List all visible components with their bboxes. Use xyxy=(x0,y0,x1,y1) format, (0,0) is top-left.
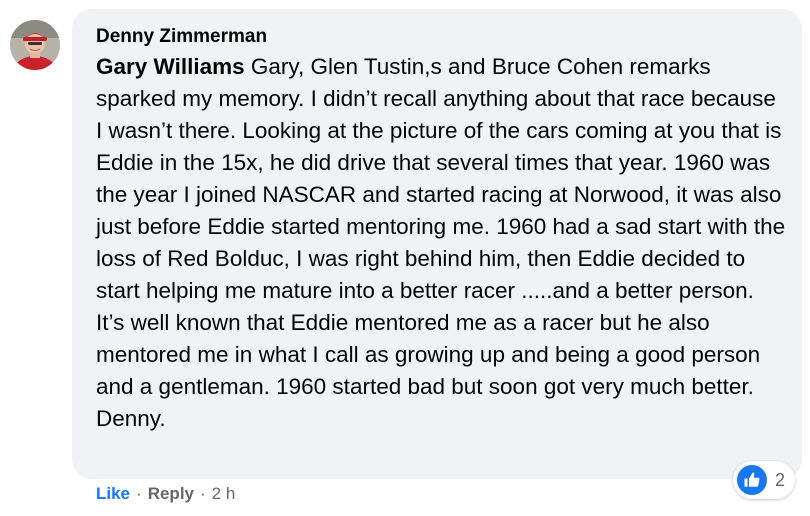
comment-body: Gary Williams Gary, Glen Tustin,s and Br… xyxy=(96,51,786,435)
avatar[interactable] xyxy=(10,20,60,70)
comment: Denny Zimmerman Gary Williams Gary, Glen… xyxy=(0,0,810,516)
reaction-summary[interactable]: 2 xyxy=(733,461,796,499)
reply-button[interactable]: Reply xyxy=(148,484,194,504)
separator: · xyxy=(200,484,206,503)
avatar-image xyxy=(10,20,60,70)
mention-link[interactable]: Gary Williams xyxy=(96,54,245,79)
comment-text: Gary, Glen Tustin,s and Bruce Cohen rema… xyxy=(96,54,786,431)
comment-bubble: Denny Zimmerman Gary Williams Gary, Glen… xyxy=(72,9,802,479)
thumbs-up-icon xyxy=(737,465,767,495)
reaction-count: 2 xyxy=(775,469,786,490)
comment-timestamp[interactable]: 2 h xyxy=(212,484,236,504)
comment-actions: Like · Reply · 2 h xyxy=(96,484,235,504)
separator: · xyxy=(136,484,142,503)
like-button[interactable]: Like xyxy=(96,484,130,504)
comment-author[interactable]: Denny Zimmerman xyxy=(96,25,788,49)
